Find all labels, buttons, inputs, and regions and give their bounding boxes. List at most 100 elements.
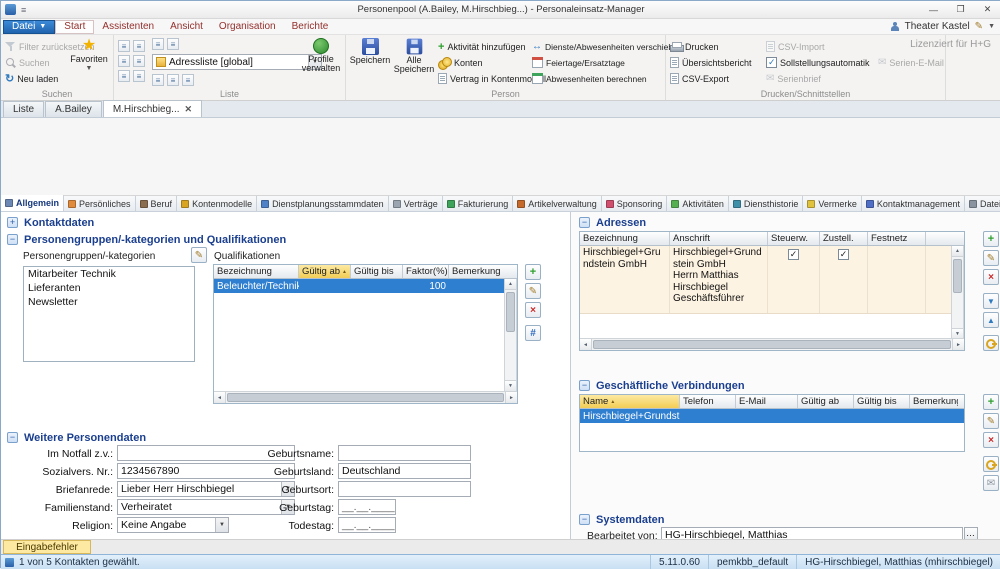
close-tab-icon[interactable]: ✕ <box>185 104 193 115</box>
search-button[interactable]: Suchen <box>5 56 50 69</box>
geburtsland-input[interactable]: Deutschland <box>338 463 471 479</box>
maximize-button[interactable]: ❐ <box>947 1 974 18</box>
overview-report-button[interactable]: Übersichtsbericht <box>670 56 752 69</box>
doc-tab-mhirschbiegel[interactable]: M.Hirschbieg... ✕ <box>102 100 203 117</box>
column-header[interactable]: Bemerkung <box>449 265 505 278</box>
steuerw-checkbox[interactable] <box>788 249 799 260</box>
todestag-input[interactable]: __.__.____ <box>338 517 396 533</box>
table-view-icon[interactable]: ≡ <box>118 55 130 67</box>
save-button[interactable]: Speichern <box>349 38 391 65</box>
expand-icon[interactable]: + <box>7 217 18 228</box>
favorites-button[interactable]: ★ Favoriten ▼ <box>67 38 111 73</box>
csv-import-button[interactable]: CSV-Import <box>766 40 825 53</box>
geburtstag-input[interactable]: __.__.____ <box>338 499 396 515</box>
refresh-list-icon[interactable]: ≡ <box>167 74 179 86</box>
ribbon-tab-organisation[interactable]: Organisation <box>211 20 284 34</box>
edit-qualification-button[interactable]: ✎ <box>525 283 541 299</box>
scroll-up-icon[interactable]: ▲ <box>505 279 516 290</box>
scroll-down-icon[interactable]: ▼ <box>505 380 516 391</box>
tab-persoenliches[interactable]: Persönliches <box>64 196 136 211</box>
ribbon-tab-start[interactable]: Start <box>55 19 95 34</box>
collapse-icon[interactable]: − <box>579 217 590 228</box>
geburtsname-input[interactable] <box>338 445 471 461</box>
manage-profiles-button[interactable]: Profile verwalten <box>298 38 344 74</box>
collapse-icon[interactable]: − <box>579 514 590 525</box>
tab-vermerke[interactable]: Vermerke <box>803 196 862 211</box>
religion-select[interactable]: Keine Angabe ▼ <box>117 517 229 533</box>
ribbon-tab-berichte[interactable]: Berichte <box>284 20 337 34</box>
zustell-checkbox[interactable] <box>838 249 849 260</box>
column-header[interactable]: Telefon <box>680 395 736 408</box>
list-view-icon[interactable]: ≡ <box>118 40 130 52</box>
automation-button[interactable]: Sollstellungsautomatik <box>766 56 870 69</box>
mail-merge-button[interactable]: ✉ Serienbrief <box>766 72 821 85</box>
new-list-icon[interactable]: ≡ <box>152 38 164 50</box>
tab-diensthistorie[interactable]: Diensthistorie <box>728 196 804 211</box>
reload-button[interactable]: ↻ Neu laden <box>5 72 58 85</box>
tab-aktivitaeten[interactable]: Aktivitäten <box>667 196 729 211</box>
tab-kontenmodelle[interactable]: Kontenmodelle <box>177 196 258 211</box>
grid-view-button[interactable]: # <box>525 325 541 341</box>
collapse-icon[interactable]: − <box>579 380 590 391</box>
list-item[interactable]: Newsletter <box>24 295 194 309</box>
delete-qualification-button[interactable]: × <box>525 302 541 318</box>
tab-fakturierung[interactable]: Fakturierung <box>442 196 514 211</box>
edit-address-button[interactable]: ✎ <box>983 250 999 266</box>
move-address-up-button[interactable]: ▲ <box>983 312 999 328</box>
move-shifts-button[interactable]: ↔ Dienste/Abwesenheiten verschieben <box>532 40 683 53</box>
collapse-icon[interactable]: − <box>7 432 18 443</box>
column-header[interactable]: Zustell. <box>820 232 868 245</box>
scroll-up-icon[interactable]: ▲ <box>952 246 963 257</box>
add-address-button[interactable]: + <box>983 231 999 247</box>
tab-vertraege[interactable]: Verträge <box>388 196 443 211</box>
doc-tab-abailey[interactable]: A.Bailey <box>45 101 102 117</box>
column-header[interactable]: Bemerkung <box>910 395 958 408</box>
csv-export-button[interactable]: CSV-Export <box>670 72 729 85</box>
geburtsort-input[interactable] <box>338 481 471 497</box>
tab-dienstplanungsstammdaten[interactable]: Dienstplanungsstammdaten <box>257 196 389 211</box>
card-view-icon[interactable]: ≡ <box>118 70 130 82</box>
add-activity-button[interactable]: + Aktivität hinzufügen <box>438 40 525 53</box>
save-all-button[interactable]: Alle Speichern <box>393 38 435 75</box>
columns-icon[interactable]: ≡ <box>133 70 145 82</box>
delete-address-button[interactable]: × <box>983 269 999 285</box>
ribbon-tab-assistenten[interactable]: Assistenten <box>94 20 162 34</box>
print-button[interactable]: Drucken <box>670 40 719 53</box>
column-header[interactable]: Anschrift <box>670 232 768 245</box>
table-vscrollbar[interactable]: ▲ ▼ <box>951 246 964 340</box>
table-hscrollbar[interactable]: ◄ ► <box>580 338 964 350</box>
close-button[interactable]: ✕ <box>974 1 1000 18</box>
connection-mail-button[interactable]: ✉ <box>983 475 999 491</box>
table-row[interactable]: Hirschbiegel+Grundst... <box>580 409 964 423</box>
copy-list-icon[interactable]: ≡ <box>167 38 179 50</box>
column-header[interactable]: Bezeichnung <box>214 265 299 278</box>
edit-connection-button[interactable]: ✎ <box>983 413 999 429</box>
table-vscrollbar[interactable]: ▲ ▼ <box>504 279 517 392</box>
column-header[interactable]: E-Mail <box>736 395 798 408</box>
quick-access-icon[interactable]: ≡ <box>21 5 26 15</box>
settings-list-icon[interactable]: ≡ <box>182 74 194 86</box>
table-row[interactable]: Hirschbiegel+Grundstein GmbH Hirschbiege… <box>580 246 964 314</box>
delete-connection-button[interactable]: × <box>983 432 999 448</box>
address-key-button[interactable] <box>983 335 999 351</box>
minimize-button[interactable]: — <box>920 1 947 18</box>
filter-list-icon[interactable]: ≡ <box>152 74 164 86</box>
holidays-button[interactable]: Feiertage/Ersatztage <box>532 56 625 69</box>
tab-allgemein[interactable]: Allgemein <box>1 195 65 211</box>
sort-icon[interactable]: ≡ <box>133 40 145 52</box>
connection-key-button[interactable] <box>983 456 999 472</box>
tab-kontaktmanagement[interactable]: Kontaktmanagement <box>861 196 965 211</box>
add-connection-button[interactable]: + <box>983 394 999 410</box>
scroll-left-icon[interactable]: ◄ <box>580 339 592 350</box>
contract-to-account-button[interactable]: Vertrag in Kontenmodell <box>438 72 546 85</box>
column-header[interactable]: Gültig bis <box>854 395 910 408</box>
column-header[interactable]: Gültig ab <box>798 395 854 408</box>
table-row[interactable]: Beleuchter/Technik 100 <box>214 279 517 293</box>
scroll-right-icon[interactable]: ► <box>952 339 964 350</box>
doc-tab-liste[interactable]: Liste <box>3 101 45 117</box>
scroll-right-icon[interactable]: ► <box>505 392 517 403</box>
column-header[interactable]: Steuerw. <box>768 232 820 245</box>
tab-beruf[interactable]: Beruf <box>135 196 178 211</box>
list-select[interactable]: Adressliste [global] ▼ <box>152 54 322 70</box>
accounts-button[interactable]: Konten <box>438 56 483 70</box>
